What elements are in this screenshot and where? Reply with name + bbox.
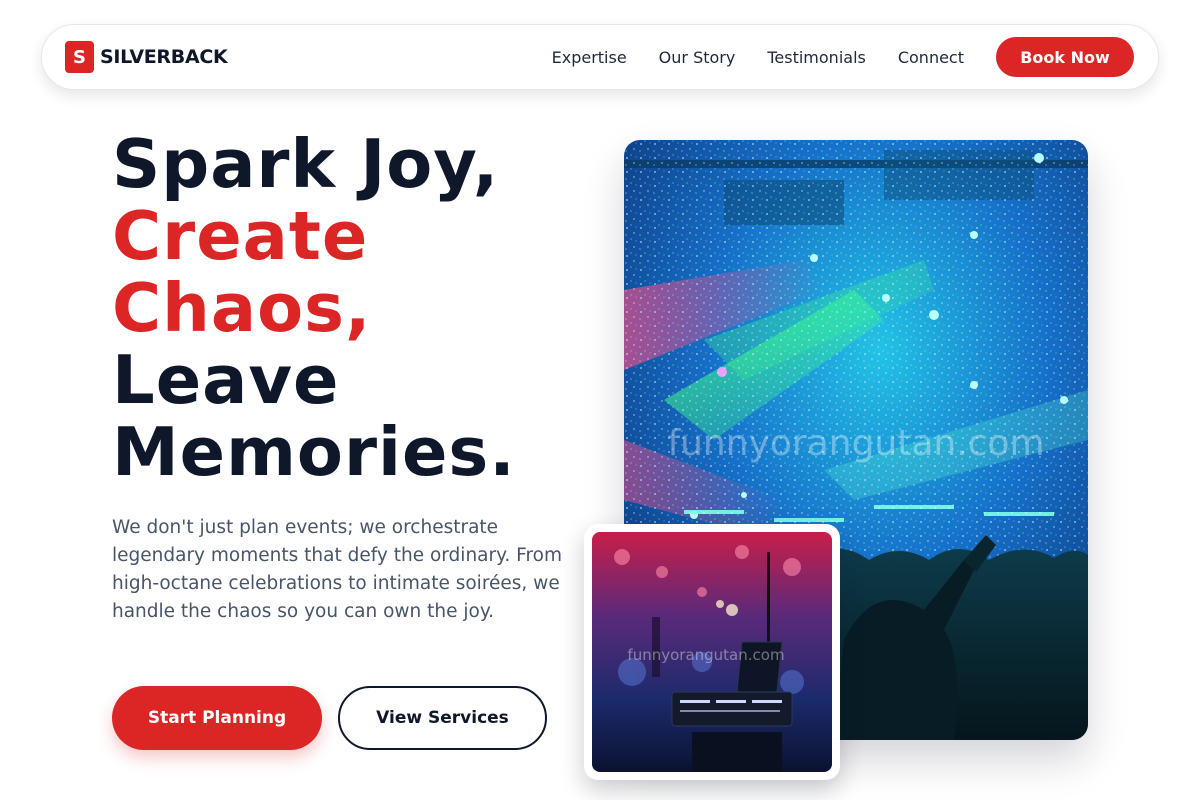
brand-name: SILVERBACK <box>100 46 228 68</box>
top-navbar: S SILVERBACK Expertise Our Story Testimo… <box>41 24 1159 90</box>
view-services-button[interactable]: View Services <box>338 686 547 750</box>
book-now-button[interactable]: Book Now <box>996 37 1134 77</box>
brand-logo[interactable]: S SILVERBACK <box>65 41 228 73</box>
hero-headline: Spark Joy, Create Chaos, Leave Memories. <box>112 128 516 488</box>
headline-line-2: Create <box>112 197 369 275</box>
headline-line-4: Leave <box>112 341 340 419</box>
watermark-text-small: funnyorangutan.com <box>627 646 784 664</box>
headline-line-3: Chaos, <box>112 269 372 347</box>
hero-description: We don't just plan events; we orchestrat… <box>112 517 563 622</box>
nav-link-our-story[interactable]: Our Story <box>659 48 736 67</box>
headline-line-5: Memories. <box>112 413 516 491</box>
start-planning-button[interactable]: Start Planning <box>112 686 322 750</box>
headline-line-1: Spark Joy, <box>112 125 500 203</box>
logo-mark-icon: S <box>65 41 94 73</box>
nav-link-expertise[interactable]: Expertise <box>552 48 627 67</box>
mixing-desk-card: funnyorangutan.com <box>584 524 840 780</box>
mixing-desk-image: funnyorangutan.com <box>592 532 832 772</box>
mixing-desk-illustration: funnyorangutan.com <box>592 532 832 772</box>
nav-link-connect[interactable]: Connect <box>898 48 964 67</box>
nav-link-testimonials[interactable]: Testimonials <box>767 48 866 67</box>
nav-links: Expertise Our Story Testimonials Connect… <box>552 37 1134 77</box>
watermark-text: funnyorangutan.com <box>667 423 1044 464</box>
